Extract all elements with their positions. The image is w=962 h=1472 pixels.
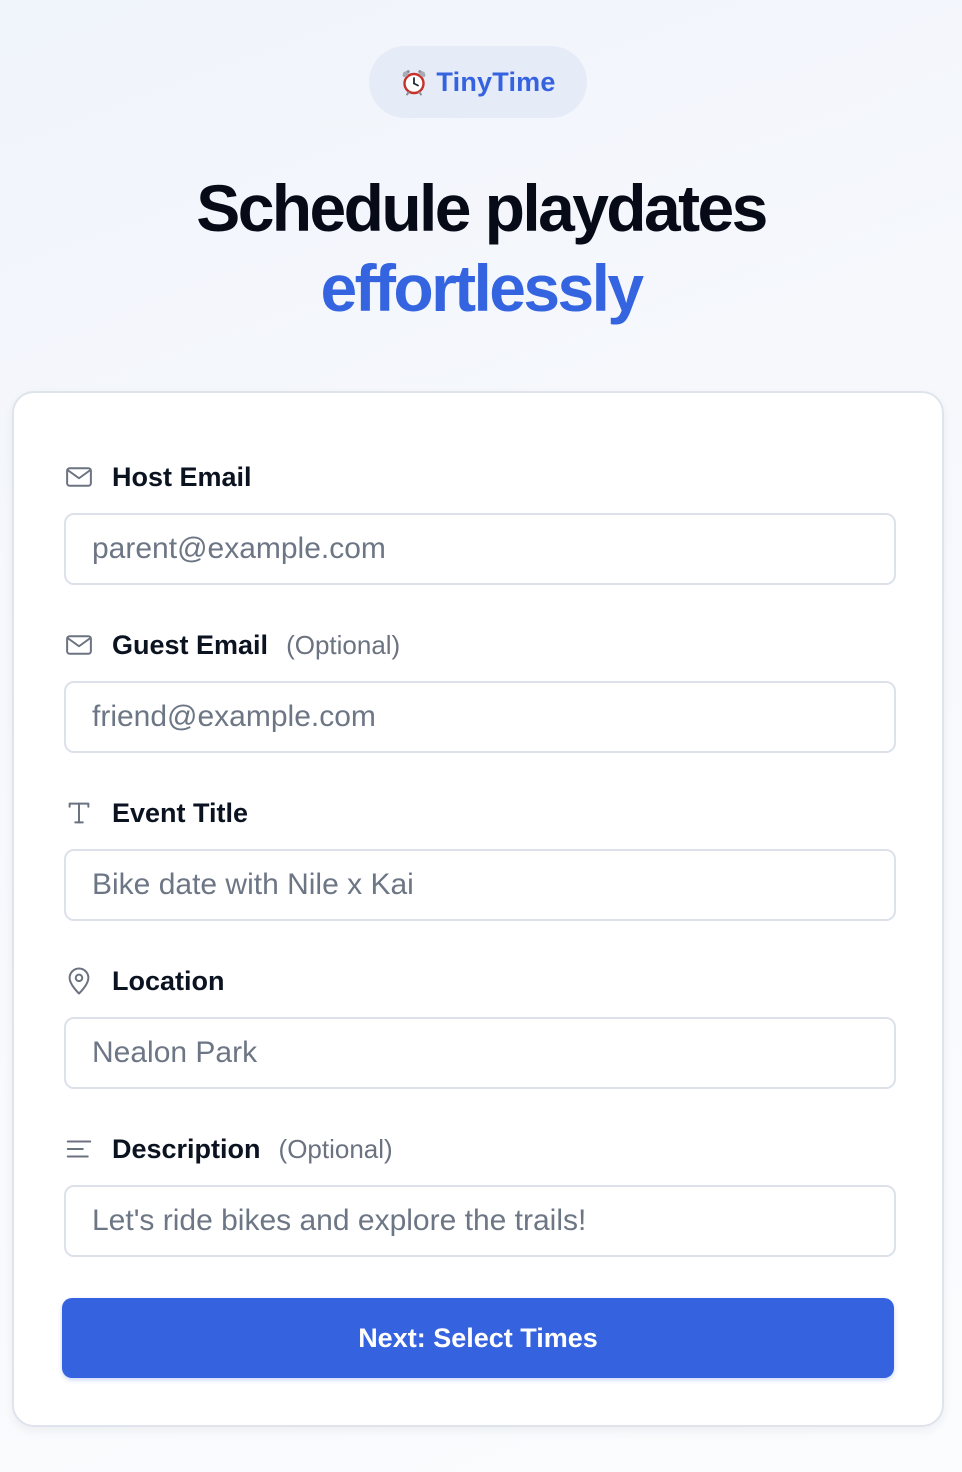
host-email-field: Host Email <box>64 461 896 585</box>
align-left-icon <box>64 1134 94 1164</box>
guest-email-label-row: Guest Email (Optional) <box>64 629 896 661</box>
host-email-label: Host Email <box>112 461 252 492</box>
brand-name: TinyTime <box>436 66 556 97</box>
description-label: Description <box>112 1133 261 1164</box>
event-title-label: Event Title <box>112 797 249 828</box>
event-title-field: Event Title <box>64 797 896 921</box>
location-label-row: Location <box>64 965 896 997</box>
playdate-form-card: Host Email Guest Email (Optional) <box>12 391 944 1427</box>
event-title-input[interactable] <box>64 849 896 921</box>
mail-icon <box>64 630 94 660</box>
location-label: Location <box>112 965 225 996</box>
location-field: Location <box>64 965 896 1089</box>
headline-line-1: Schedule playdates <box>196 171 768 245</box>
description-optional-text: (Optional) <box>278 1133 393 1164</box>
brand-badge: TinyTime <box>369 46 587 118</box>
next-select-times-button[interactable]: Next: Select Times <box>62 1298 894 1378</box>
description-field: Description (Optional) <box>64 1133 896 1257</box>
host-email-input[interactable] <box>64 513 896 585</box>
description-label-row: Description (Optional) <box>64 1133 896 1165</box>
alarm-clock-icon <box>400 68 428 96</box>
description-input[interactable] <box>64 1185 896 1257</box>
guest-email-optional-text: (Optional) <box>286 629 401 660</box>
headline-line-2: effortlessly <box>320 251 645 325</box>
page-title: Schedule playdates effortlessly <box>0 168 962 328</box>
host-email-label-row: Host Email <box>64 461 896 493</box>
map-pin-icon <box>64 966 94 996</box>
location-input[interactable] <box>64 1017 896 1089</box>
guest-email-field: Guest Email (Optional) <box>64 629 896 753</box>
guest-email-input[interactable] <box>64 681 896 753</box>
guest-email-label: Guest Email <box>112 629 269 660</box>
event-title-label-row: Event Title <box>64 797 896 829</box>
mail-icon <box>64 462 94 492</box>
text-type-icon <box>64 798 94 828</box>
